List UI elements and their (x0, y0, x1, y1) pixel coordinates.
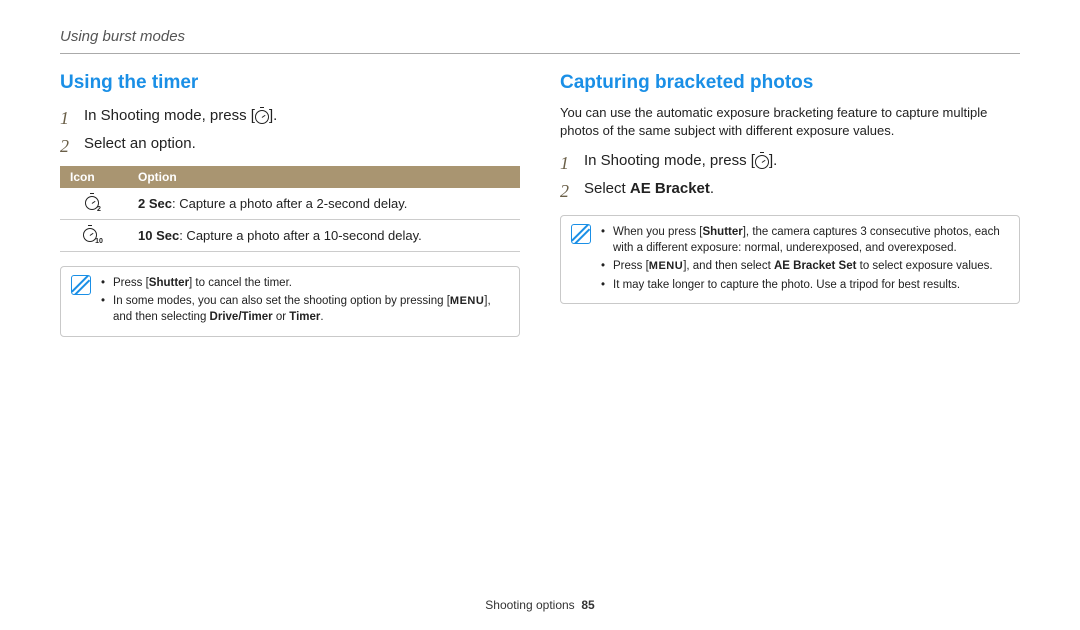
timer-icon (755, 151, 769, 175)
two-column-layout: Using the timer In Shooting mode, press … (60, 72, 1020, 337)
left-note-list: Press [Shutter] to cancel the timer. In … (101, 275, 509, 328)
footer-section: Shooting options (485, 598, 574, 612)
timer-10sec-desc: 10 Sec: Capture a photo after a 10-secon… (128, 220, 520, 252)
left-step-1: In Shooting mode, press []. (60, 104, 520, 130)
manual-page: Using burst modes Using the timer In Sho… (0, 0, 1080, 630)
text: In Shooting mode, press [ (84, 107, 255, 124)
note-item: When you press [Shutter], the camera cap… (601, 224, 1009, 256)
timer-2sec-desc: 2 Sec: Capture a photo after a 2-second … (128, 188, 520, 220)
breadcrumb: Using burst modes (60, 28, 1020, 45)
note-icon (571, 224, 591, 244)
right-step-1: In Shooting mode, press []. (560, 149, 1020, 175)
right-step-2: Select AE Bracket. (560, 177, 1020, 201)
text: ]. (269, 107, 277, 124)
note-item: It may take longer to capture the photo.… (601, 277, 1009, 293)
left-column: Using the timer In Shooting mode, press … (60, 72, 520, 337)
left-step-2: Select an option. (60, 132, 520, 156)
menu-icon: MENU (450, 295, 484, 307)
timer-10sec-icon: 10 (60, 220, 128, 252)
right-column: Capturing bracketed photos You can use t… (560, 72, 1020, 337)
text: In Shooting mode, press [ (584, 152, 755, 169)
table-row: 2 2 Sec: Capture a photo after a 2-secon… (60, 188, 520, 220)
timer-2sec-icon: 2 (60, 188, 128, 220)
col-header-icon: Icon (60, 166, 128, 188)
note-item: In some modes, you can also set the shoo… (101, 293, 509, 325)
left-steps: In Shooting mode, press []. Select an op… (60, 104, 520, 156)
right-heading: Capturing bracketed photos (560, 72, 1020, 94)
note-icon (71, 275, 91, 295)
note-item: Press [MENU], and then select AE Bracket… (601, 258, 1009, 274)
text: ]. (769, 152, 777, 169)
page-number: 85 (581, 598, 594, 612)
timer-icon (255, 106, 269, 130)
col-header-option: Option (128, 166, 520, 188)
right-note: When you press [Shutter], the camera cap… (560, 215, 1020, 304)
divider (60, 53, 1020, 54)
timer-options-table: Icon Option 2 2 Sec: Capture a photo aft… (60, 166, 520, 252)
page-footer: Shooting options 85 (0, 598, 1080, 612)
right-steps: In Shooting mode, press []. Select AE Br… (560, 149, 1020, 201)
right-note-list: When you press [Shutter], the camera cap… (601, 224, 1009, 295)
right-intro: You can use the automatic exposure brack… (560, 104, 1020, 139)
menu-icon: MENU (649, 260, 683, 272)
left-note: Press [Shutter] to cancel the timer. In … (60, 266, 520, 337)
left-heading: Using the timer (60, 72, 520, 94)
table-row: 10 10 Sec: Capture a photo after a 10-se… (60, 220, 520, 252)
note-item: Press [Shutter] to cancel the timer. (101, 275, 509, 291)
